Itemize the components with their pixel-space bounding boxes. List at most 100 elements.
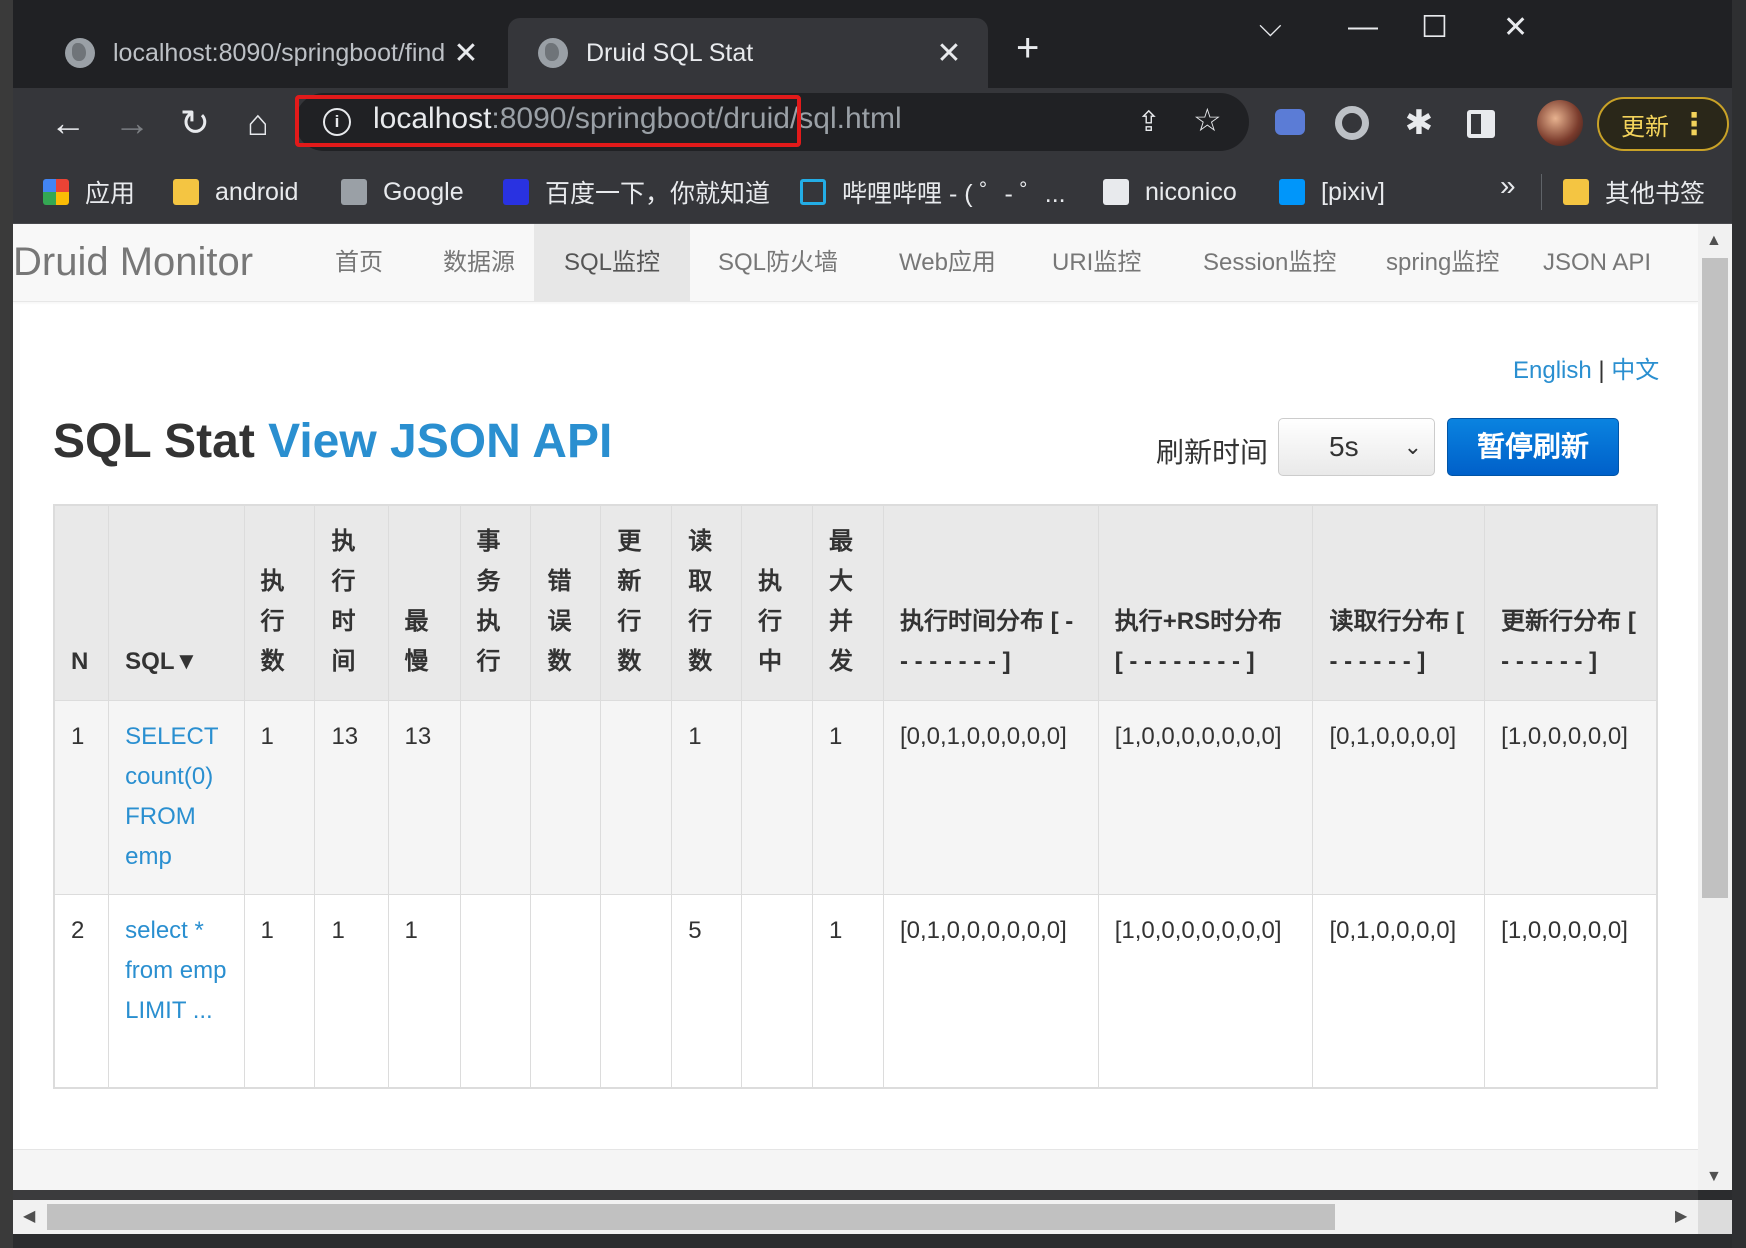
nav-json-api[interactable]: JSON API [1513,224,1681,302]
horizontal-scrollbar[interactable]: ◀ ▶ [13,1200,1698,1234]
col-header-max-concurrent[interactable]: 最大并发 [812,504,884,701]
niconico-icon [1103,179,1129,205]
col-header-read[interactable]: 读取行数 [671,504,743,701]
cell-txn [459,699,532,895]
folder-icon [173,179,199,205]
col-header-exec-rs-hist[interactable]: 执行+RS时分布 [ - - - - - - - - ] [1097,504,1314,701]
cell-read-hist: [0,1,0,0,0,0] [1312,893,1486,1089]
nav-uri-monitor[interactable]: URI监控 [1022,224,1171,302]
view-json-api-link[interactable]: View JSON API [268,415,612,468]
nav-web-app[interactable]: Web应用 [869,224,1026,302]
nav-session-monitor[interactable]: Session监控 [1173,224,1366,302]
forward-arrow-icon[interactable]: → [107,98,157,148]
vertical-scrollbar[interactable]: ▲ ▼ [1698,224,1732,1190]
col-header-n[interactable]: N [53,504,110,701]
col-header-running[interactable]: 执行中 [741,504,814,701]
col-header-txn[interactable]: 事务执行 [459,504,532,701]
bookmark-google[interactable]: Google [341,174,464,210]
col-header-errors[interactable]: 错误数 [530,504,602,701]
window-left-edge [0,0,13,1248]
url-highlight-box [295,95,801,147]
reload-icon[interactable]: ↻ [170,98,220,148]
nav-spring-monitor[interactable]: spring监控 [1356,224,1529,302]
globe-icon [65,38,95,68]
scroll-down-arrow-icon[interactable]: ▼ [1706,1168,1722,1186]
record-extension-icon[interactable] [1335,106,1369,140]
pixiv-icon [1279,179,1305,205]
share-icon[interactable]: ⇪ [1137,105,1160,138]
scroll-left-arrow-icon[interactable]: ◀ [23,1206,35,1226]
refresh-interval-select[interactable]: 5s ⌄ [1278,418,1435,476]
cell-running [741,893,814,1089]
globe-icon [538,38,568,68]
close-tab-icon[interactable]: ✕ [451,36,481,71]
bookmark-android[interactable]: android [173,174,298,210]
lang-english-link[interactable]: English [1513,357,1592,384]
scrollbar-gap [13,1190,1698,1200]
vertical-scroll-thumb[interactable] [1702,258,1728,898]
pause-refresh-button[interactable]: 暂停刷新 [1447,418,1619,476]
tab-active[interactable]: Druid SQL Stat ✕ [508,18,988,88]
new-tab-button[interactable]: + [1016,26,1039,71]
cell-slowest: 13 [387,699,461,895]
tab-strip: localhost:8090/springboot/find ✕ Druid S… [13,0,1732,88]
scroll-right-arrow-icon[interactable]: ▶ [1675,1206,1687,1226]
bookmark-niconico[interactable]: niconico [1103,174,1237,210]
profile-avatar[interactable] [1537,100,1583,146]
extensions-puzzle-icon[interactable]: ✱ [1398,102,1440,144]
menu-dots-icon[interactable]: ⋮ [1679,106,1709,144]
cell-max-concurrent: 1 [812,893,884,1089]
cell-n: 1 [53,699,110,895]
nav-sql-firewall[interactable]: SQL防火墙 [688,224,868,302]
home-icon[interactable]: ⌂ [233,98,283,148]
window-right-edge [1732,0,1746,1248]
sql-stat-table: N SQL▼ 执行数 执行时间 最慢 事务执行 错误数 更新行数 读取行数 执行… [53,504,1658,1089]
apps-icon [43,179,69,205]
scroll-up-arrow-icon[interactable]: ▲ [1706,232,1722,250]
back-arrow-icon[interactable]: ← [43,98,93,148]
col-header-exec-count[interactable]: 执行数 [243,504,316,701]
lang-chinese-link[interactable]: 中文 [1611,357,1659,384]
bookmarks-divider [1541,174,1542,210]
side-panel-icon[interactable] [1467,110,1495,138]
bookmark-baidu[interactable]: 百度一下，你就知道 [503,174,770,210]
col-header-update-hist[interactable]: 更新行分布 [ - - - - - - ] [1484,504,1658,701]
update-button[interactable]: 更新 ⋮ [1597,97,1729,151]
col-header-sql[interactable]: SQL▼ [108,504,245,701]
cell-exec-hist: [0,1,0,0,0,0,0,0] [882,893,1099,1089]
close-window-button[interactable]: ✕ [1503,10,1528,45]
nav-sql-monitor[interactable]: SQL监控 [534,224,691,302]
bookmarks-overflow-icon[interactable]: » [1500,170,1516,202]
sql-detail-link[interactable]: select * from emp LIMIT ... [125,917,226,1024]
cell-read-hist: [0,1,0,0,0,0] [1312,699,1486,895]
tab-title: localhost:8090/springboot/find [113,38,446,67]
camera-extension-icon[interactable] [1275,109,1305,135]
tab-search-icon[interactable]: ⌵ [1259,10,1282,44]
bookmark-other[interactable]: 其他书签 [1563,174,1705,210]
col-header-exec-hist[interactable]: 执行时间分布 [ - - - - - - - - ] [882,504,1099,701]
page-title: SQL Stat View JSON API [53,415,613,468]
cell-errors [530,699,602,895]
sql-detail-link[interactable]: SELECT count(0) FROM emp [125,723,218,870]
nav-datasource[interactable]: 数据源 [413,224,545,302]
maximize-button[interactable]: ☐ [1421,10,1448,45]
col-header-read-hist[interactable]: 读取行分布 [ - - - - - - ] [1312,504,1486,701]
tab-inactive[interactable]: localhost:8090/springboot/find ✕ [35,18,505,88]
cell-slowest: 1 [387,893,461,1089]
col-header-exec-time[interactable]: 执行时间 [314,504,389,701]
bookmark-bilibili[interactable]: 哔哩哔哩 - ( ゜- ゜... [800,174,1066,210]
close-tab-icon[interactable]: ✕ [934,36,964,71]
bookmark-pixiv[interactable]: [pixiv] [1279,174,1385,210]
nav-home[interactable]: 首页 [305,224,413,302]
bookmark-apps[interactable]: 应用 [43,174,135,210]
baidu-icon [503,179,529,205]
cell-exec-count: 1 [243,893,316,1089]
cell-updated [600,699,673,895]
minimize-button[interactable]: — [1348,10,1378,44]
bookmark-star-icon[interactable]: ☆ [1193,101,1222,139]
horizontal-scroll-thumb[interactable] [47,1204,1335,1230]
col-header-updated[interactable]: 更新行数 [600,504,673,701]
col-header-slowest[interactable]: 最慢 [387,504,461,701]
cell-update-hist: [1,0,0,0,0,0] [1484,893,1658,1089]
brand-logo[interactable]: Druid Monitor [13,240,253,285]
